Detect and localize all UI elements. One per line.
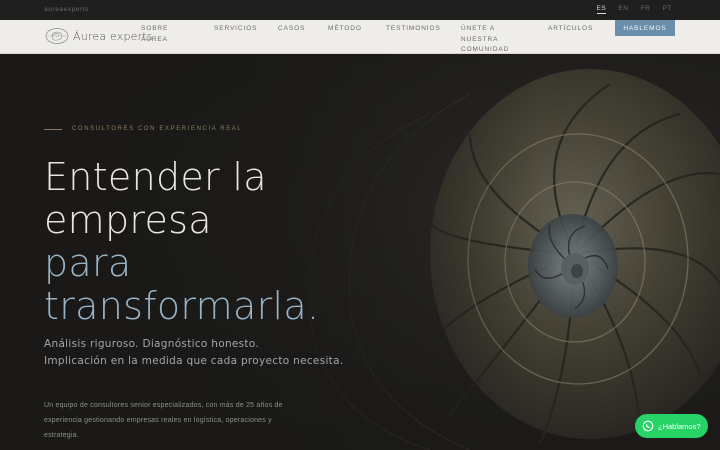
nav-item-label: Método xyxy=(328,25,362,32)
nav-item-label: Sobre xyxy=(141,25,169,32)
whatsapp-icon xyxy=(642,420,654,432)
whatsapp-label: ¿Hablamos? xyxy=(658,421,701,431)
whatsapp-chat-button[interactable]: ¿Hablamos? xyxy=(635,414,708,438)
nav-item-sobre-aurea[interactable]: Sobre Áurea xyxy=(141,24,168,45)
hero-subheadline: Análisis riguroso. Diagnóstico honesto. … xyxy=(44,336,343,370)
nav-item-label: Áurea xyxy=(141,35,168,43)
eyebrow-divider xyxy=(44,128,62,130)
headline-line-accent: para xyxy=(44,241,132,285)
hero-headline: Entender la empresa para transformarla. xyxy=(44,156,319,328)
hero-section: CONSULTORES CON EXPERIENCIA REAL Entende… xyxy=(0,54,720,450)
nav-item-articulos[interactable]: Artículos xyxy=(548,24,593,35)
nautilus-logo-icon xyxy=(45,28,69,44)
eyebrow-text: CONSULTORES CON EXPERIENCIA REAL xyxy=(72,126,243,132)
hero-description: Un equipo de consultores senior especial… xyxy=(44,402,283,439)
nav-item-label: Únete a xyxy=(461,25,496,32)
lang-en[interactable]: EN xyxy=(618,5,628,14)
language-switcher: ES EN FR PT xyxy=(596,5,673,14)
nav-item-label: Casos xyxy=(278,25,306,32)
lang-es[interactable]: ES xyxy=(596,5,607,14)
headline-line-accent: transformarla. xyxy=(44,284,320,328)
nav-item-testimonios[interactable]: Testimonios xyxy=(386,24,441,35)
lang-pt[interactable]: PT xyxy=(662,5,672,14)
top-utility-bar: aureaexperts ES EN FR PT xyxy=(0,0,720,20)
headline-line: Entender la xyxy=(44,155,267,199)
headline-line: empresa xyxy=(44,198,212,242)
nav-item-comunidad[interactable]: Únete a nuestra comunidad xyxy=(461,24,509,56)
brand-logo[interactable]: Áurea experts xyxy=(44,27,153,45)
lang-fr[interactable]: FR xyxy=(641,5,651,14)
nav-item-metodo[interactable]: Método xyxy=(328,24,362,35)
nav-item-label: Artículos xyxy=(548,25,594,32)
nav-item-casos[interactable]: Casos xyxy=(278,24,305,35)
nav-item-label: nuestra xyxy=(461,35,499,43)
hablemos-button[interactable]: HABLEMOS xyxy=(615,20,675,36)
nav-item-servicios[interactable]: Servicios xyxy=(214,24,257,35)
hero-eyebrow: CONSULTORES CON EXPERIENCIA REAL xyxy=(44,126,242,132)
nav-item-label: Testimonios xyxy=(386,25,441,32)
main-nav: Áurea experts Sobre Áurea Servicios Caso… xyxy=(0,20,720,54)
subhead-line: Análisis riguroso. Diagnóstico honesto. xyxy=(44,338,260,350)
nav-item-label: Servicios xyxy=(214,25,258,32)
site-domain: aureaexperts xyxy=(44,6,90,13)
subhead-line: Implicación en la medida que cada proyec… xyxy=(44,355,344,367)
